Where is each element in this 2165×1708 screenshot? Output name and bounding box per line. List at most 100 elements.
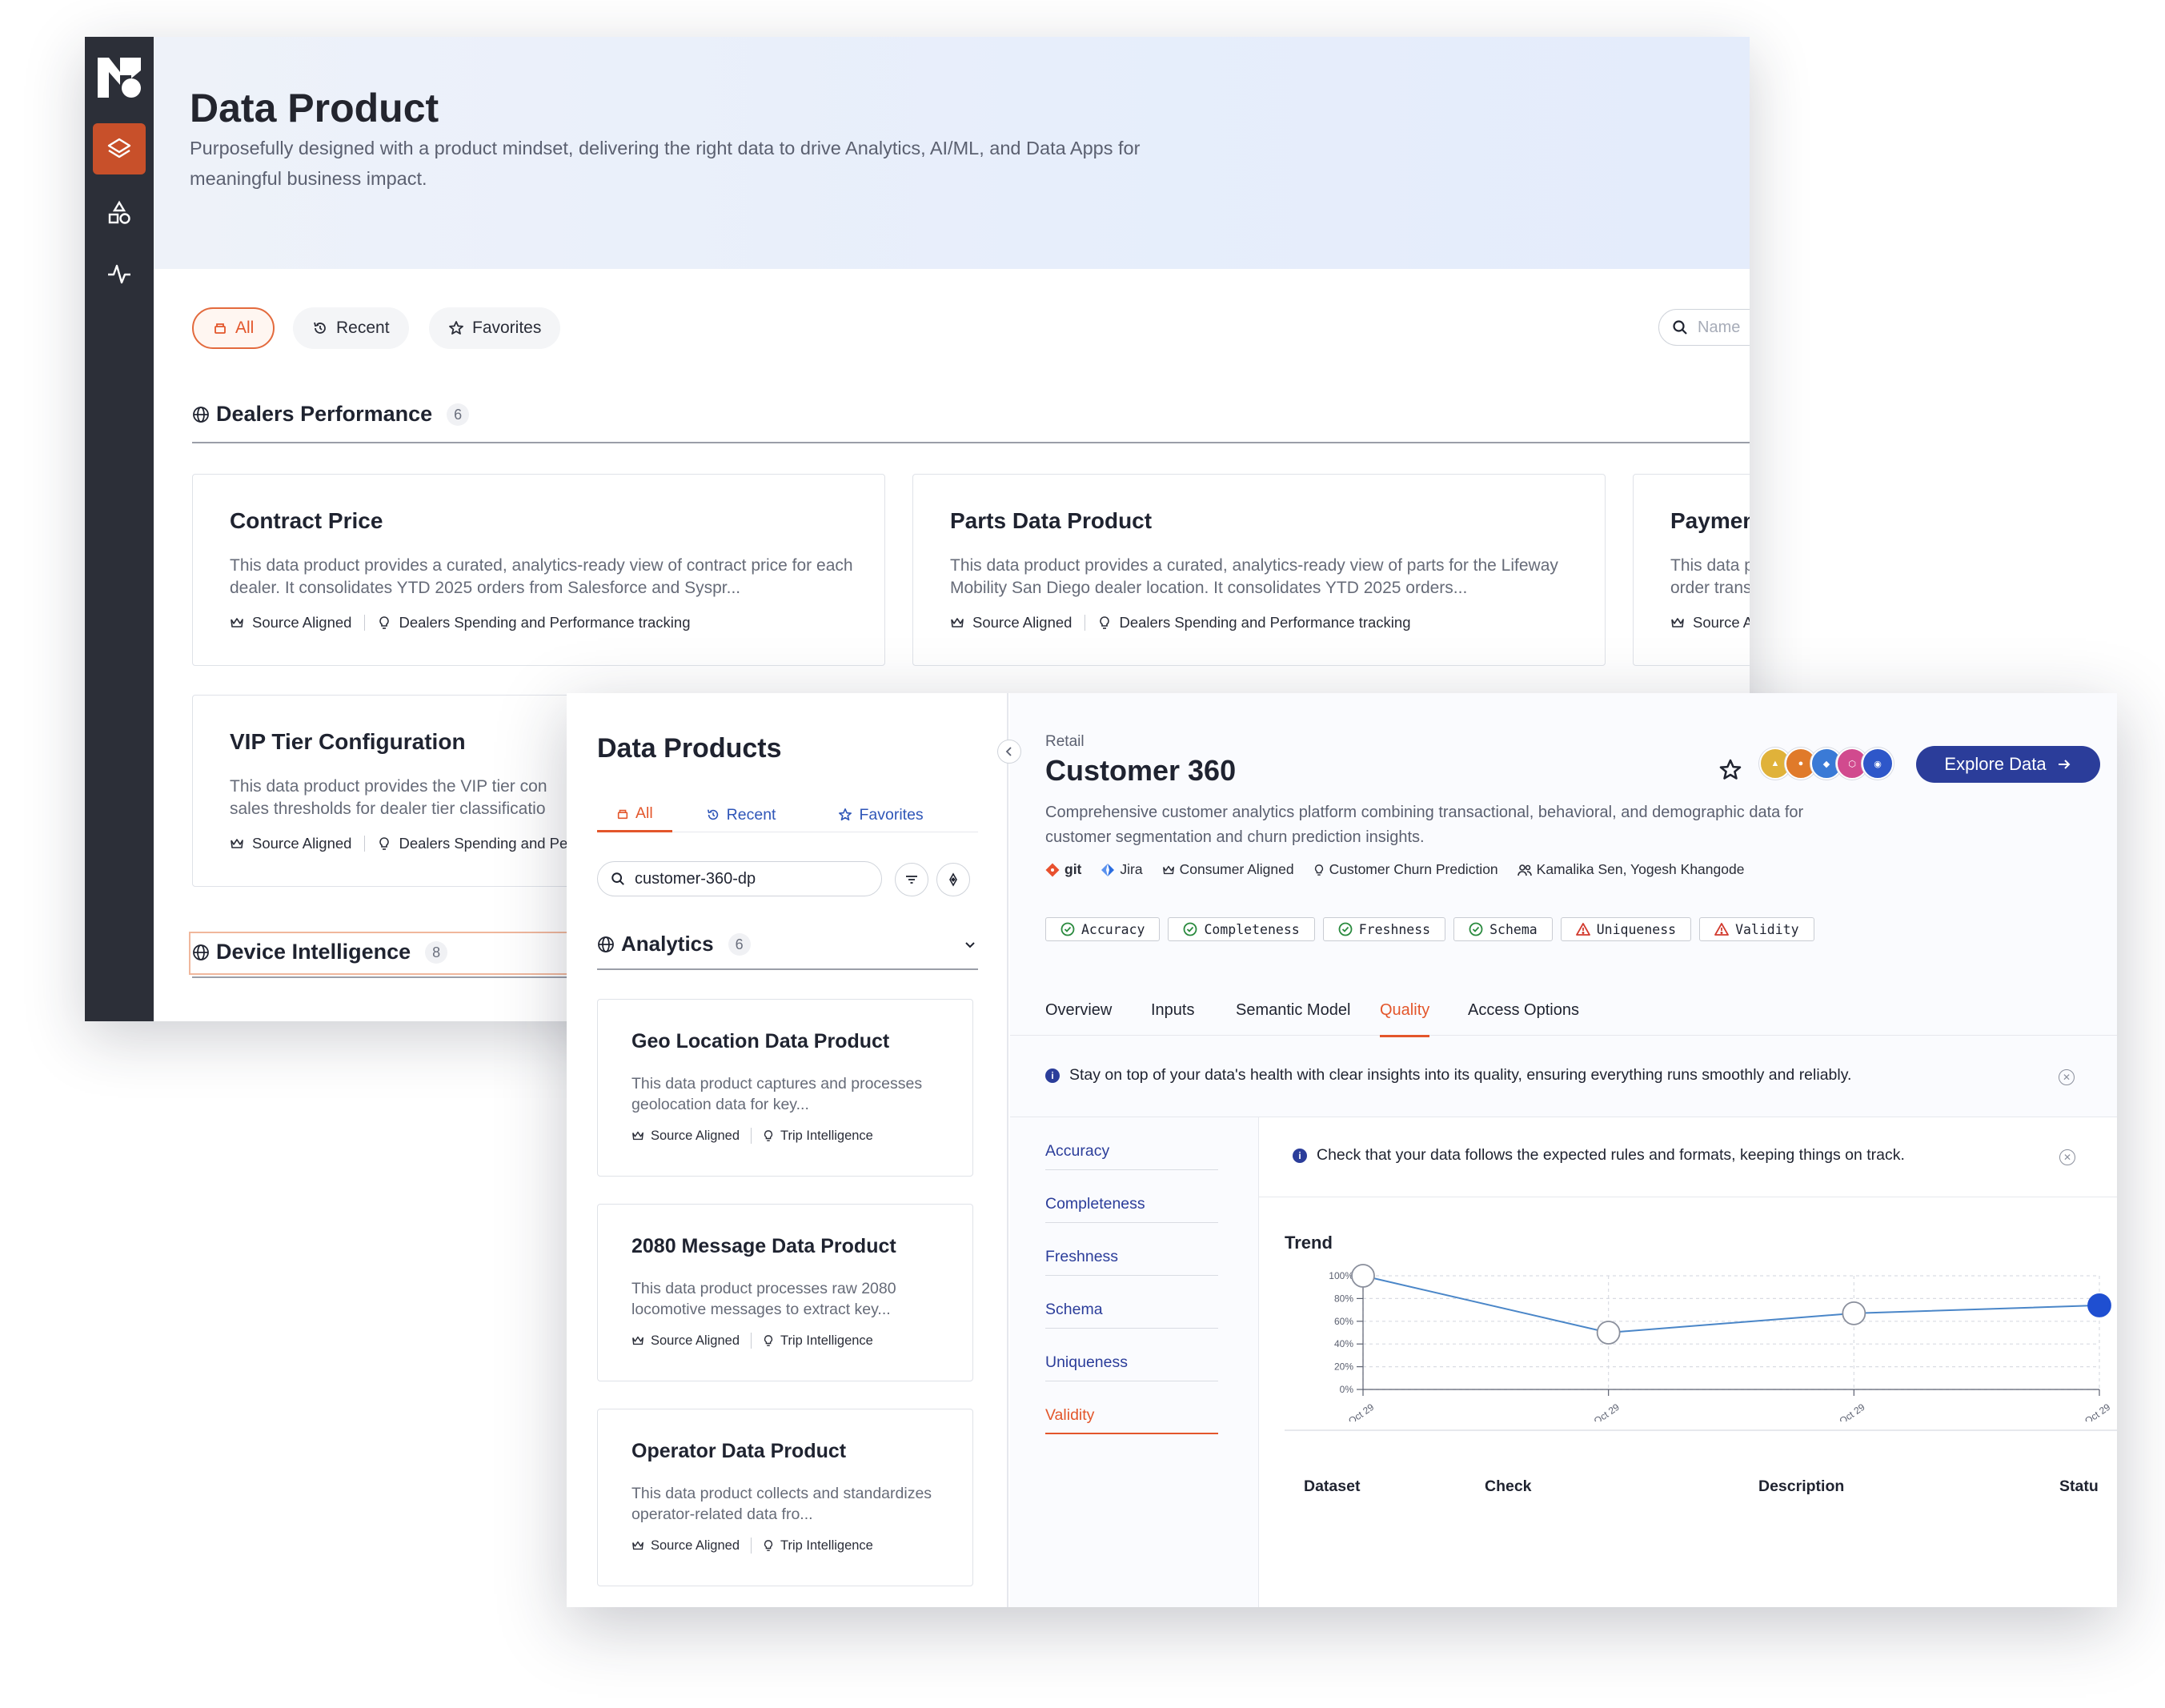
x-tick-label: Oct 29	[2083, 1401, 2112, 1421]
warning-icon	[1575, 923, 1590, 936]
favorite-button[interactable]	[1714, 754, 1746, 786]
card-meta: Source A	[1670, 614, 1750, 631]
card-description: This data product processes raw 2080 loc…	[631, 1280, 896, 1318]
product-card[interactable]: 2080 Message Data Product This data prod…	[597, 1204, 973, 1381]
card-description: This data product provides a curated, an…	[230, 556, 853, 597]
product-card[interactable]: Contract Price This data product provide…	[192, 474, 885, 666]
quality-chip-validity[interactable]: Validity	[1699, 917, 1814, 941]
chevron-down-icon[interactable]	[962, 936, 978, 952]
sidebar-item-activity[interactable]	[93, 248, 146, 299]
data-point	[1351, 1264, 1375, 1288]
tab-quality[interactable]: Quality	[1380, 984, 1430, 1037]
card-meta: Source Aligned Dealers Spending and Per	[230, 835, 572, 852]
page-title: Data Product	[190, 86, 439, 130]
history-icon	[707, 809, 718, 820]
crown-icon	[632, 1541, 643, 1550]
tab-favorites[interactable]: Favorites	[819, 797, 942, 832]
quality-chip-freshness[interactable]: Freshness	[1322, 917, 1446, 941]
card-meta: Source Aligned Trip Intelligence	[631, 1333, 873, 1349]
quality-chip-schema[interactable]: Schema	[1453, 917, 1553, 941]
collapse-pane-button[interactable]	[997, 740, 1021, 764]
search-icon	[1673, 320, 1687, 335]
quality-nav-completeness[interactable]: Completeness	[1045, 1170, 1218, 1223]
quality-info-banner: i Stay on top of your data's health with…	[1010, 1037, 2117, 1117]
filter-favorites[interactable]: Favorites	[429, 307, 561, 349]
validity-info-banner: i Check that your data follows the expec…	[1259, 1117, 2117, 1197]
product-meta: git Jira Consumer Aligned Customer Churn…	[1045, 861, 1744, 878]
product-card[interactable]: Operator Data Product This data product …	[597, 1409, 973, 1586]
group-divider	[597, 968, 978, 970]
tab-recent[interactable]: Recent	[687, 797, 796, 832]
filter-all[interactable]: All	[192, 307, 275, 349]
chevron-left-icon	[1005, 747, 1012, 756]
quality-nav-schema[interactable]: Schema	[1045, 1276, 1218, 1329]
tab-access-options[interactable]: Access Options	[1468, 984, 1579, 1036]
jira-link[interactable]: Jira	[1101, 861, 1143, 878]
search-input[interactable]: Name	[1658, 309, 1750, 346]
card-meta: Source Aligned Trip Intelligence	[631, 1128, 873, 1144]
tab-all[interactable]: All	[597, 797, 672, 832]
data-point	[1842, 1301, 1866, 1325]
check-circle-icon	[1060, 922, 1075, 936]
data-point	[1596, 1321, 1621, 1345]
sidebar	[85, 37, 154, 1021]
product-card[interactable]: Geo Location Data Product This data prod…	[597, 999, 973, 1177]
tab-semantic-model[interactable]: Semantic Model	[1236, 984, 1350, 1036]
sidebar-item-shapes[interactable]	[93, 187, 146, 239]
trend-chart: 0% 20% 40% 60% 80% 100% Oct 29 Oct 29 Oct 29 Oct …	[1329, 1264, 2112, 1421]
sidebar-item-data-products[interactable]	[93, 123, 146, 174]
group-count: 8	[425, 940, 448, 964]
app-logo-icon	[98, 58, 141, 98]
filter-recent[interactable]: Recent	[293, 307, 409, 349]
warning-icon	[1714, 923, 1729, 936]
tool-icon-5[interactable]: ◉	[1862, 748, 1894, 780]
check-circle-icon	[1469, 922, 1483, 936]
filter-button[interactable]	[895, 863, 928, 896]
y-tick-label: 100%	[1329, 1270, 1353, 1281]
quality-nav-freshness[interactable]: Freshness	[1045, 1223, 1218, 1276]
quality-nav-validity[interactable]: Validity	[1045, 1381, 1218, 1434]
explore-data-button[interactable]: Explore Data	[1916, 746, 2100, 783]
tab-inputs[interactable]: Inputs	[1151, 984, 1194, 1036]
close-icon[interactable]: ✕	[2059, 1149, 2075, 1165]
quality-nav-uniqueness[interactable]: Uniqueness	[1045, 1329, 1218, 1381]
quality-chip-accuracy[interactable]: Accuracy	[1045, 917, 1161, 941]
stack-icon	[214, 323, 226, 334]
product-card[interactable]: Paymen This data p order trans Source A	[1633, 474, 1750, 666]
group-device-intelligence[interactable]: Device Intelligence 8	[192, 940, 448, 964]
product-card[interactable]: Parts Data Product This data product pro…	[912, 474, 1606, 666]
x-tick-label: Oct 29	[1592, 1401, 1622, 1421]
quality-chip-uniqueness[interactable]: Uniqueness	[1560, 917, 1692, 941]
product-description: Comprehensive customer analytics platfor…	[1045, 804, 1804, 846]
group-analytics[interactable]: Analytics 6	[597, 932, 978, 956]
quality-nav-accuracy[interactable]: Accuracy	[1045, 1117, 1218, 1170]
card-title: VIP Tier Configuration	[230, 729, 466, 754]
product-type: Consumer Aligned	[1162, 861, 1294, 878]
crown-icon	[632, 1336, 643, 1345]
data-point	[2087, 1293, 2111, 1317]
list-title: Data Products	[597, 733, 782, 764]
card-meta: Source Aligned Trip Intelligence	[631, 1538, 873, 1554]
group-divider	[192, 442, 1750, 443]
filter-icon	[906, 876, 917, 884]
search-input[interactable]: customer-360-dp	[597, 861, 882, 896]
lightbulb-icon	[379, 837, 390, 850]
group-count: 6	[447, 403, 470, 426]
check-circle-icon	[1184, 922, 1197, 936]
history-icon	[314, 322, 326, 334]
stack-icon	[617, 809, 628, 819]
lightbulb-icon	[764, 1335, 773, 1346]
view-toggle-button[interactable]	[936, 863, 970, 896]
arrow-right-icon	[2058, 760, 2071, 769]
card-description: This data product provides a curated, an…	[950, 556, 1558, 597]
group-dealers-performance[interactable]: Dealers Performance 6	[192, 402, 470, 427]
card-meta: Source Aligned Dealers Spending and Perf…	[230, 614, 691, 631]
close-icon[interactable]: ✕	[2059, 1069, 2075, 1085]
quality-chip-completeness[interactable]: Completeness	[1168, 917, 1315, 941]
git-link[interactable]: git	[1045, 861, 1081, 878]
users-icon	[1517, 864, 1532, 876]
y-tick-label: 40%	[1334, 1338, 1353, 1349]
column-check: Check	[1485, 1477, 1532, 1495]
card-title: Operator Data Product	[631, 1440, 847, 1462]
tab-overview[interactable]: Overview	[1045, 984, 1112, 1036]
